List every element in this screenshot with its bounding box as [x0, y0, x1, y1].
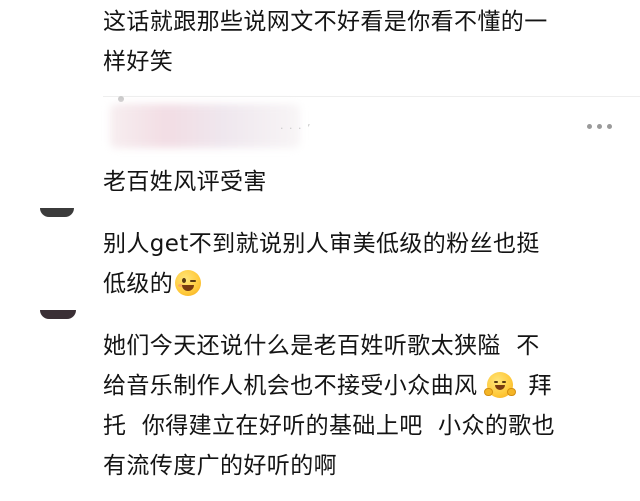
- comment-text-part: 别人get不到就说别人审美低级的粉丝也挺 低级的: [103, 231, 540, 297]
- comment-text: 别人get不到就说别人审美低级的粉丝也挺 低级的: [103, 224, 623, 304]
- avatar[interactable]: [40, 208, 74, 217]
- divider: [103, 96, 640, 97]
- hugging-face-icon: [484, 372, 517, 398]
- comment-text: 这话就跟那些说网文不好看是你看不懂的一 样好笑: [103, 9, 548, 75]
- wink-face-icon: [175, 270, 202, 296]
- comment-meta: · · · ’: [280, 122, 312, 135]
- comment-list: 这话就跟那些说网文不好看是你看不懂的一 样好笑 · · · ’ 老百姓风评受害 …: [0, 0, 640, 501]
- avatar: [118, 96, 124, 102]
- comment-text: 她们今天还说什么是老百姓听歌太狭隘 不 给音乐制作人机会也不接受小众曲风 拜 托…: [103, 326, 623, 486]
- avatar[interactable]: [40, 310, 76, 319]
- more-icon[interactable]: [587, 124, 612, 129]
- comment-text-part: 她们今天还说什么是老百姓听歌太狭隘 不 给音乐制作人机会也不接受小众曲风: [103, 333, 540, 399]
- blurred-username: [110, 104, 300, 148]
- comment-text: 老百姓风评受害: [103, 169, 267, 195]
